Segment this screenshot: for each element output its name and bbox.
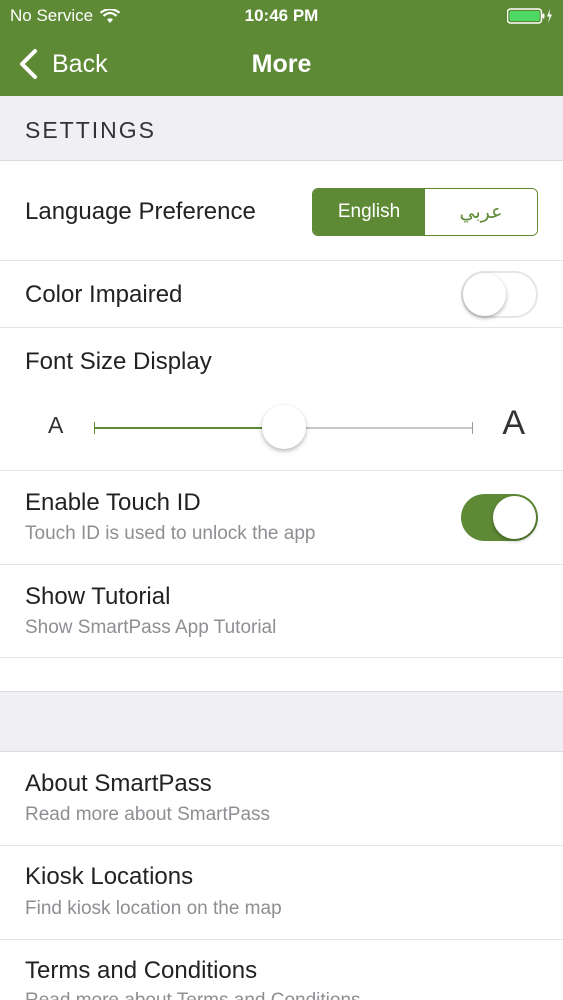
terms-conditions-subtitle: Read more about Terms and Conditions bbox=[25, 990, 361, 1000]
about-smartpass-row[interactable]: About SmartPass Read more about SmartPas… bbox=[0, 752, 563, 846]
nav-bar: Back More bbox=[0, 32, 563, 96]
settings-header-label: SETTINGS bbox=[25, 117, 157, 143]
back-label: Back bbox=[52, 49, 108, 78]
settings-section-header: SETTINGS bbox=[0, 96, 563, 161]
language-option-english[interactable]: English bbox=[313, 189, 425, 235]
slider-thumb[interactable] bbox=[261, 405, 306, 449]
color-impaired-row: Color Impaired bbox=[0, 261, 563, 328]
about-smartpass-subtitle: Read more about SmartPass bbox=[25, 804, 271, 825]
font-size-large-a: A bbox=[502, 404, 525, 442]
about-smartpass-label: About SmartPass bbox=[25, 770, 212, 797]
show-tutorial-label: Show Tutorial bbox=[25, 583, 171, 610]
section-spacer bbox=[0, 658, 563, 691]
show-tutorial-subtitle: Show SmartPass App Tutorial bbox=[25, 617, 277, 638]
touch-id-label: Enable Touch ID bbox=[25, 489, 201, 516]
font-size-small-a: A bbox=[48, 412, 64, 438]
font-size-row: Font Size Display A A bbox=[0, 328, 563, 471]
kiosk-locations-label: Kiosk Locations bbox=[25, 863, 194, 890]
terms-conditions-label: Terms and Conditions bbox=[25, 957, 258, 984]
toggle-knob bbox=[463, 273, 506, 316]
kiosk-locations-subtitle: Find kiosk location on the map bbox=[25, 898, 282, 919]
slider-max-cap bbox=[472, 422, 473, 434]
status-bar: No Service 10:46 PM bbox=[0, 0, 563, 32]
battery-icon bbox=[507, 8, 552, 24]
language-segmented-control: English عربي bbox=[312, 188, 538, 236]
slider-min-cap bbox=[94, 422, 95, 434]
touch-id-toggle[interactable] bbox=[461, 494, 538, 541]
info-section-header bbox=[0, 691, 563, 752]
color-impaired-toggle[interactable] bbox=[461, 271, 538, 318]
color-impaired-label: Color Impaired bbox=[25, 281, 183, 308]
toggle-knob bbox=[493, 496, 536, 539]
app-header: No Service 10:46 PM Back More bbox=[0, 0, 563, 96]
show-tutorial-row[interactable]: Show Tutorial Show SmartPass App Tutoria… bbox=[0, 565, 563, 658]
language-option-arabic[interactable]: عربي bbox=[425, 189, 537, 235]
back-button[interactable]: Back bbox=[18, 32, 108, 96]
kiosk-locations-row[interactable]: Kiosk Locations Find kiosk location on t… bbox=[0, 846, 563, 940]
language-preference-row: Language Preference English عربي bbox=[0, 161, 563, 261]
font-size-slider[interactable] bbox=[94, 405, 473, 449]
font-size-label: Font Size Display bbox=[25, 348, 212, 375]
terms-conditions-row[interactable]: Terms and Conditions Read more about Ter… bbox=[0, 940, 563, 1000]
status-time: 10:46 PM bbox=[244, 6, 319, 25]
slider-fill bbox=[94, 427, 284, 429]
language-preference-label: Language Preference bbox=[25, 198, 256, 225]
chevron-left-icon bbox=[20, 49, 37, 79]
touch-id-row: Enable Touch ID Touch ID is used to unlo… bbox=[0, 471, 563, 565]
touch-id-subtitle: Touch ID is used to unlock the app bbox=[25, 523, 316, 544]
